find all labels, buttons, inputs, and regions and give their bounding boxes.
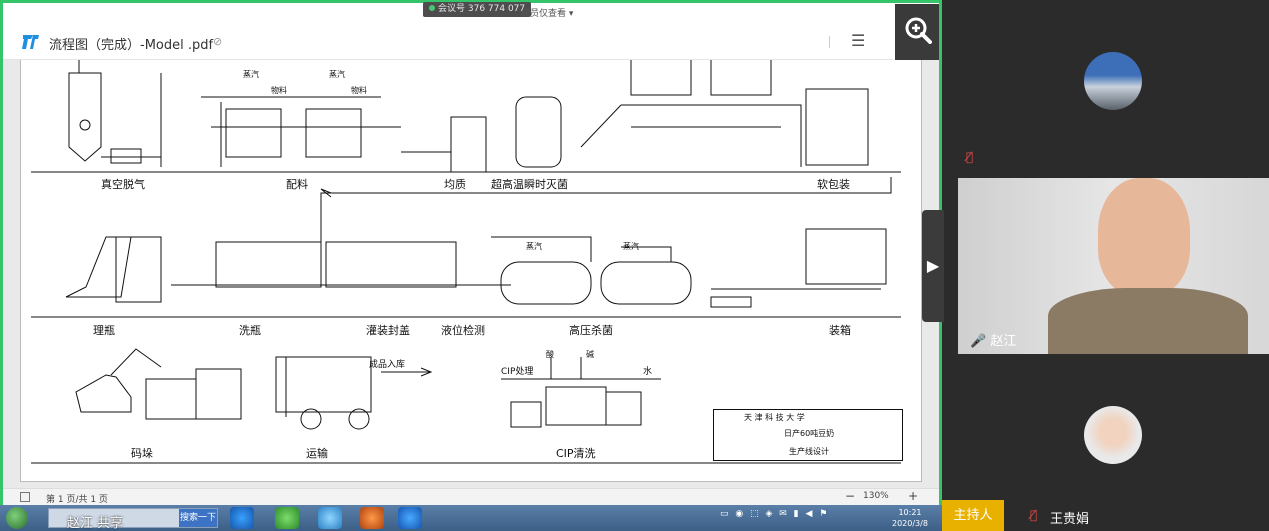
speaker-face	[1098, 178, 1190, 296]
meeting-app-icon[interactable]	[398, 507, 422, 529]
annotation-steam-4: 蒸汽	[623, 242, 639, 251]
annotation-alkali: 碱	[586, 350, 594, 359]
annotation-water: 水	[643, 367, 653, 377]
taskbar-search-box[interactable]: 赵江 共享 搜索一下	[48, 508, 218, 531]
clock-time: 10:21	[898, 508, 922, 517]
step-filling-capping: 灌装封盖	[366, 324, 410, 337]
search-button[interactable]: 搜索一下	[179, 509, 217, 527]
step-vacuum-degassing: 真空脱气	[101, 178, 145, 191]
start-button[interactable]	[6, 507, 28, 529]
host-badge: 主持人	[942, 500, 1004, 531]
mic-muted-icon: 🎙̸	[966, 150, 974, 164]
annotation-warehouse: 成品入库	[369, 360, 406, 370]
pdf-status-bar: 第 1 页/共 1 页 − 130% +	[3, 488, 939, 505]
sync-check-icon: ⊘	[213, 35, 223, 48]
annotation-steam-1: 蒸汽	[243, 70, 259, 79]
speaker-body	[1048, 288, 1248, 354]
participant-tile-3[interactable]	[958, 354, 1269, 531]
zoom-in-button[interactable]	[895, 4, 939, 60]
step-homogenization: 均质	[444, 178, 466, 191]
page-thumbnail-icon[interactable]	[20, 492, 30, 502]
pdf-toolbar: 流程图（完成）-Model .pdf ⊘ ☰	[3, 24, 893, 60]
pdf-title: 流程图（完成）-Model .pdf	[49, 38, 214, 53]
shared-screen: 会议号 376 774 077 成员仅查看 ▾ 流程图（完成）-Model .p…	[0, 0, 942, 531]
mic-muted-icon: 🎙̸	[1030, 508, 1038, 522]
participant-tile-2[interactable]: 🎤 赵江	[958, 178, 1269, 354]
flowchart-page: 真空脱气 配料 均质 超高温瞬时灭菌 软包装 蒸汽 蒸汽 物料 物料 理瓶 洗瓶…	[20, 60, 922, 482]
participant-tile-1[interactable]: 🎙̸	[958, 0, 1269, 178]
title-block-subtitle: 生产线设计	[789, 447, 829, 456]
step-bottle-sorting: 理瓶	[93, 324, 115, 337]
host-name: 王贵娟	[1050, 512, 1090, 527]
participant-panel: ▶ 🎙̸ 🎤 赵江 主持人 🎙̸ 王贵娟	[922, 0, 1269, 531]
participant-name: 🎤 赵江	[970, 334, 1017, 349]
meeting-id-badge[interactable]: 会议号 376 774 077	[423, 2, 532, 17]
annotation-steam-3: 蒸汽	[526, 242, 542, 251]
sharer-name: 赵江 共享	[67, 516, 124, 531]
step-batching: 配料	[286, 178, 308, 191]
zoom-out-button[interactable]: −	[845, 489, 855, 503]
step-soft-packaging: 软包装	[817, 178, 850, 191]
annotation-cip: CIP处理	[501, 367, 534, 377]
zoom-in-small-button[interactable]: +	[908, 489, 918, 503]
avatar	[1084, 406, 1142, 464]
annotation-acid: 酸	[546, 350, 554, 359]
step-bottle-washing: 洗瓶	[239, 324, 261, 337]
screen: 会议号 376 774 077 成员仅查看 ▾ 流程图（完成）-Model .p…	[0, 0, 1269, 531]
step-autoclave: 高压杀菌	[569, 324, 613, 337]
step-level-inspection: 液位检测	[441, 324, 485, 337]
step-palletizing: 码垛	[131, 447, 153, 460]
zoom-in-icon	[905, 17, 932, 44]
ie-icon[interactable]	[230, 507, 254, 529]
annotation-steam-2: 蒸汽	[329, 70, 345, 79]
app-icon-4[interactable]	[360, 507, 384, 529]
annotation-feed-1: 物料	[271, 86, 287, 95]
collapse-panel-button[interactable]: ▶	[922, 210, 944, 322]
annotation-feed-2: 物料	[351, 86, 367, 95]
step-uht-sterilization: 超高温瞬时灭菌	[491, 178, 568, 191]
pdf-app-logo-icon	[22, 35, 39, 49]
title-block-school: 天 津 科 技 大 学	[744, 413, 805, 422]
toolbar-divider	[829, 36, 830, 48]
hamburger-icon[interactable]: ☰	[851, 31, 865, 50]
avatar	[1084, 52, 1142, 110]
browser-360-icon[interactable]	[275, 507, 299, 529]
step-boxing: 装箱	[829, 324, 851, 337]
zoom-level[interactable]: 130%	[863, 491, 889, 501]
windows-taskbar: 赵江 共享 搜索一下 ▭ ◉ ⬚ ◈ ✉ ▮ ◀ ⚑ 10:21 2020/3/…	[0, 505, 942, 531]
app-icon-3[interactable]	[318, 507, 342, 529]
page-indicator: 第 1 页/共 1 页	[46, 495, 108, 505]
step-cip-cleaning: CIP清洗	[556, 447, 596, 460]
drawing-title-block: 天 津 科 技 大 学 日产60吨豆奶 生产线设计	[713, 409, 903, 461]
system-tray-icons[interactable]: ▭ ◉ ⬚ ◈ ✉ ▮ ◀ ⚑	[720, 509, 829, 519]
system-clock[interactable]: 10:21 2020/3/8	[892, 507, 928, 529]
clock-date: 2020/3/8	[892, 519, 928, 528]
sharing-dot-icon	[429, 5, 435, 11]
step-transport: 运输	[306, 447, 328, 460]
viewer-permission-dropdown[interactable]: 成员仅查看 ▾	[521, 6, 573, 19]
title-block-project: 日产60吨豆奶	[784, 429, 835, 438]
document-viewport[interactable]: 真空脱气 配料 均质 超高温瞬时灭菌 软包装 蒸汽 蒸汽 物料 物料 理瓶 洗瓶…	[3, 60, 939, 488]
